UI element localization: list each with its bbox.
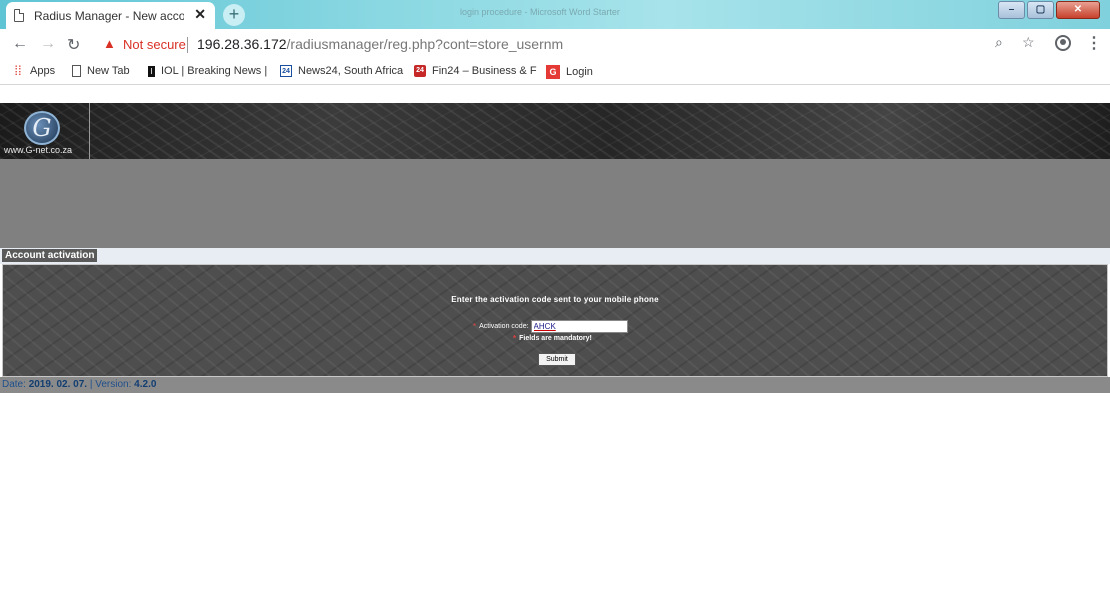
required-mark: * [513, 334, 517, 343]
url-path: /radiusmanager/reg.php?cont=store_usernm [286, 36, 564, 52]
bookmark-star-icon[interactable]: ☆ [1022, 34, 1035, 51]
footer-separator: | [89, 379, 93, 390]
bookmarks-bar: ⁞⁞ Apps New Tab I IOL | Breaking News | … [0, 61, 1110, 85]
bookmark-new-tab[interactable]: New Tab [72, 65, 130, 77]
browser-menu-icon[interactable]: ⋮ [1086, 33, 1102, 53]
date-value: 2019. 02. 07. [28, 379, 88, 390]
bookmark-label: Login [566, 66, 593, 78]
forward-arrow-icon[interactable]: → [40, 35, 56, 53]
tab-title: Radius Manager - New account r [34, 8, 184, 23]
required-mark: * [473, 322, 477, 331]
date-label: Date: [2, 379, 26, 390]
section-title: Account activation [2, 249, 98, 262]
mandatory-note: * Fields are mandatory! [513, 334, 592, 343]
browser-tab-strip: Radius Manager - New account r ✕ + login… [0, 0, 1110, 29]
content-spacer [0, 159, 1110, 248]
version-value: 4.2.0 [134, 379, 157, 390]
minimize-button[interactable]: – [998, 1, 1025, 19]
fin24-icon: 24 [414, 65, 426, 77]
url-host: 196.28.36.172 [197, 36, 287, 52]
warning-triangle-icon[interactable]: ▲ [103, 36, 116, 51]
mandatory-text: Fields are mandatory! [519, 335, 592, 342]
ig-icon: G [546, 65, 560, 79]
browser-tab-active[interactable]: Radius Manager - New account r ✕ [6, 2, 215, 29]
back-arrow-icon[interactable]: ← [12, 35, 28, 53]
bookmark-iol[interactable]: I IOL | Breaking News | [148, 65, 267, 77]
bookmark-login[interactable]: G Login [546, 65, 593, 79]
apps-icon: ⁞⁞ [14, 63, 22, 78]
close-tab-icon[interactable]: ✕ [194, 6, 206, 23]
window-controls: – ▢ ✕ [998, 1, 1100, 19]
activation-code-input[interactable] [530, 320, 628, 333]
bookmark-apps[interactable]: ⁞⁞ Apps [12, 63, 56, 78]
page-icon [72, 65, 81, 77]
bookmark-label: Fin24 – Business & F [432, 65, 537, 77]
bookmark-news24[interactable]: 24 News24, South Africa [280, 65, 403, 77]
site-logo[interactable]: G www.G-net.co.za [0, 103, 90, 159]
bookmark-label: News24, South Africa [298, 65, 404, 77]
account-icon[interactable] [1055, 35, 1071, 51]
url-divider [187, 37, 188, 53]
activation-code-row: * Activation code: [473, 320, 628, 333]
activation-panel: Enter the activation code sent to your m… [2, 264, 1108, 377]
page-footer: Date: 2019. 02. 07. | Version: 4.2.0 [0, 377, 1110, 393]
browser-toolbar: ← → ↻ ▲ Not secure 196.28.36.172/radiusm… [0, 29, 1110, 61]
security-status[interactable]: Not secure [123, 37, 186, 52]
maximize-button[interactable]: ▢ [1027, 1, 1054, 19]
window-title: login procedure - Microsoft Word Starter [460, 7, 620, 17]
reload-icon[interactable]: ↻ [67, 35, 80, 55]
bookmark-label: New Tab [87, 65, 130, 77]
version-label: Version: [95, 379, 132, 390]
new-tab-button[interactable]: + [223, 4, 245, 26]
zoom-icon[interactable]: ⌕ [995, 34, 1003, 51]
bookmark-label: IOL | Breaking News | [161, 65, 268, 77]
iol-icon: I [148, 65, 155, 77]
activation-code-label: Activation code: [479, 323, 529, 330]
page-icon [14, 9, 24, 22]
form-heading: Enter the activation code sent to your m… [451, 295, 659, 304]
section-strip [0, 248, 1110, 264]
close-window-button[interactable]: ✕ [1056, 1, 1100, 19]
bookmark-fin24[interactable]: 24 Fin24 – Business & F [414, 65, 537, 77]
logo-text: www.G-net.co.za [4, 145, 73, 155]
url-text[interactable]: 196.28.36.172/radiusmanager/reg.php?cont… [197, 36, 563, 52]
address-bar[interactable]: ▲ Not secure 196.28.36.172/radiusmanager… [95, 32, 1041, 58]
logo-emblem: G [24, 111, 60, 145]
submit-button[interactable]: Submit [538, 353, 576, 366]
news24-icon: 24 [280, 65, 292, 77]
site-banner: G www.G-net.co.za [0, 103, 1110, 159]
bookmark-label: Apps [30, 65, 56, 77]
